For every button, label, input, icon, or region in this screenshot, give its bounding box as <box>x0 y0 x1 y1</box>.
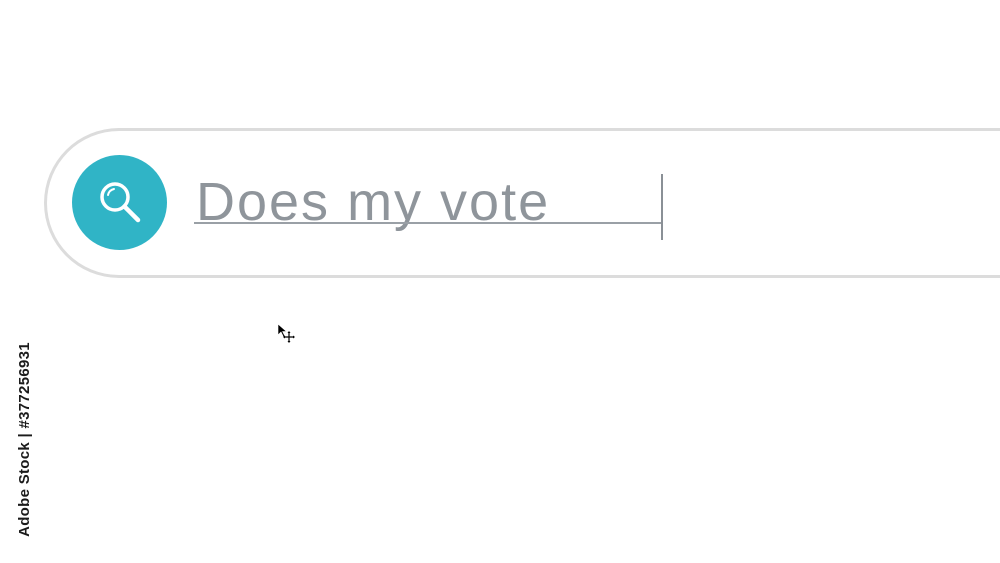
text-caret <box>661 174 663 240</box>
search-icon <box>99 181 140 222</box>
search-button[interactable] <box>72 155 167 250</box>
screen: Does my vote Adobe Stock | #377256931 <box>0 0 1000 563</box>
stock-id-text: Adobe Stock | #377256931 <box>15 341 33 537</box>
stock-id-watermark: Adobe Stock | #377256931 <box>14 330 34 548</box>
search-input[interactable]: Does my vote <box>196 170 550 234</box>
text-underline <box>194 222 662 224</box>
move-cursor-icon <box>277 323 295 343</box>
